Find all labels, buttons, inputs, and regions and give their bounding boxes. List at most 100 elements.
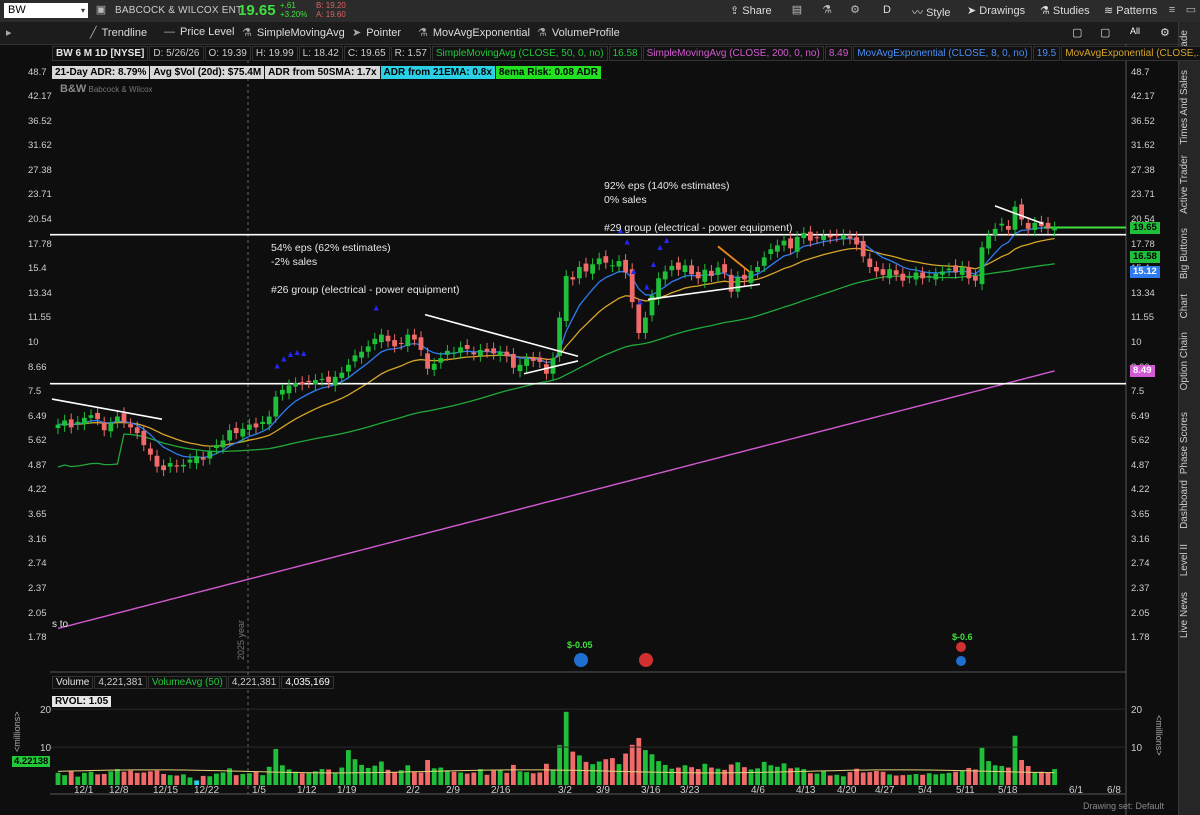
save-icon[interactable]: ▤: [790, 3, 804, 17]
y-tick-left: 2.37: [28, 582, 47, 594]
volume-profile-study[interactable]: ⚗ VolumeProfile: [537, 26, 620, 39]
sidebar-tab-phase-scores[interactable]: Phase Scores: [1179, 412, 1200, 474]
ohlc-low: L: 18.42: [298, 46, 343, 61]
price-chart[interactable]: ▲▲▲▲▲▲▲▲▲▲▲▲▲▲20 2010 10: [0, 44, 1178, 815]
y-tick-left: 6.49: [28, 410, 47, 422]
studies-button[interactable]: ⚗ Studies: [1040, 4, 1090, 17]
trendline-2[interactable]: [424, 313, 579, 358]
candle-body: [530, 357, 536, 361]
x-tick: 1/12: [297, 785, 317, 796]
sidebar-tab-level-ii[interactable]: Level II: [1179, 544, 1200, 576]
ema8-legend[interactable]: MovAvgExponential (CLOSE, 8, 0, no): [853, 46, 1032, 61]
sma50-value: 16.58: [608, 46, 642, 61]
all-button[interactable]: All: [1130, 26, 1140, 36]
layout-icon[interactable]: ▢: [1100, 26, 1110, 39]
flask-icon: ⚗: [242, 27, 252, 39]
volume-bar: [253, 771, 259, 785]
candle-body: [867, 258, 873, 267]
candle-body: [854, 237, 859, 245]
sma50-legend[interactable]: SimpleMovingAvg (CLOSE, 50, 0, no): [431, 46, 608, 61]
ema21-legend[interactable]: MovAvgExponential (CLOSE,...: [1061, 46, 1200, 61]
phone-icon[interactable]: [956, 642, 966, 652]
phone-icon[interactable]: [639, 653, 653, 667]
volume-bar: [511, 764, 516, 785]
sma200-legend[interactable]: SimpleMovingAvg (CLOSE, 200, 0, no): [642, 46, 824, 61]
ema8-line: [57, 227, 1055, 459]
volume-bar: [148, 771, 153, 785]
annotation-note-2[interactable]: 92% eps (140% estimates) 0% sales #29 grou…: [604, 179, 793, 235]
annotation-note-1[interactable]: 54% eps (62% estimates) -2% sales #26 grou…: [271, 241, 460, 297]
trendline-1[interactable]: [51, 398, 163, 420]
volume-bar: [313, 771, 318, 785]
ohlc-date: D: 5/26/26: [149, 46, 204, 61]
x-tick: 12/8: [109, 785, 129, 796]
share-icon: ⇪: [730, 5, 743, 17]
candle-body: [365, 346, 371, 352]
volume-bar: [946, 772, 952, 785]
candle-body: [524, 359, 529, 366]
ohlc-open: O: 19.39: [204, 46, 251, 61]
share-button[interactable]: ⇪ Share: [730, 4, 772, 17]
x-tick: 4/6: [751, 785, 765, 796]
patterns-button[interactable]: ≋ Patterns: [1104, 4, 1157, 17]
sma-study[interactable]: ⚗ SimpleMovingAvg: [242, 26, 345, 39]
drawings-button[interactable]: ➤ Drawings: [967, 4, 1025, 17]
ema-study[interactable]: ⚗ MovAvgExponential: [418, 26, 530, 39]
y-tick-right: 36.52: [1131, 115, 1155, 127]
trendline-tool[interactable]: ╱ Trendline: [90, 26, 147, 39]
adr-tag: 21-Day ADR: 8.79%: [52, 66, 150, 79]
candle-body: [880, 269, 886, 275]
pointer-tool[interactable]: ➤ Pointer: [352, 26, 401, 39]
candle-body: [814, 237, 820, 239]
y-tick-left: 1.78: [28, 631, 47, 643]
timeframe-select[interactable]: D: [883, 4, 891, 16]
candle-body: [768, 249, 774, 255]
candle-body: [1045, 222, 1051, 228]
signal-marker: ▲: [662, 235, 671, 245]
volume-bar: [979, 747, 985, 785]
candle-body: [233, 427, 239, 434]
y-tick-right: 1.78: [1131, 631, 1150, 643]
candle-body: [431, 363, 437, 370]
candle-body: [497, 351, 503, 356]
sidebar-tab-times-and-sales[interactable]: Times And Sales: [1179, 70, 1200, 145]
x-tick: 3/9: [596, 785, 610, 796]
candle-body: [115, 416, 120, 423]
volume-bar: [590, 764, 595, 785]
sidebar-tab-live-news[interactable]: Live News: [1179, 592, 1200, 638]
gear-icon[interactable]: ⚙: [848, 3, 862, 17]
menu-icon[interactable]: ≡: [1165, 3, 1179, 17]
sidebar-tab-active-trader[interactable]: Active Trader: [1179, 155, 1200, 214]
volume-avg-line: [57, 769, 1055, 774]
volume-bar: [900, 775, 906, 785]
studies-icon: ⚗: [1040, 5, 1053, 17]
settings-icon[interactable]: ⚙: [1160, 26, 1170, 39]
flask-icon[interactable]: ⚗: [820, 3, 834, 17]
chevron-down-icon[interactable]: ▾: [81, 3, 85, 18]
x-tick: 5/4: [918, 785, 932, 796]
x-tick: 5/18: [998, 785, 1018, 796]
lock-icon[interactable]: ▣: [94, 3, 108, 17]
expand-icon[interactable]: ▸: [6, 26, 12, 39]
candle-body: [346, 364, 351, 372]
volume-bar: [781, 763, 787, 785]
candle-body: [273, 396, 279, 417]
earnings-bulb-icon[interactable]: [956, 656, 966, 666]
drawing-set-label[interactable]: Drawing set: Default: [1083, 801, 1164, 811]
sidebar-tab-big-buttons[interactable]: Big Buttons: [1179, 228, 1200, 279]
window-icon[interactable]: ▭: [1184, 3, 1198, 17]
volume-bar: [537, 772, 543, 785]
earnings-bulb-icon[interactable]: [574, 653, 588, 667]
volume-bar: [669, 768, 675, 785]
sidebar-tab-chart[interactable]: Chart: [1179, 294, 1200, 318]
sidebar-tab-option-chain[interactable]: Option Chain: [1179, 332, 1200, 390]
price-level-tool[interactable]: — Price Level: [164, 26, 234, 38]
candle-body: [966, 266, 972, 279]
volume-bar: [425, 759, 430, 785]
symbol-input[interactable]: BW ▾: [4, 3, 88, 18]
style-button[interactable]: 〰 Style: [912, 4, 951, 20]
sidebar-tab-dashboard[interactable]: Dashboard: [1179, 480, 1200, 529]
candle-body: [1006, 225, 1011, 230]
square-icon[interactable]: ▢: [1072, 26, 1082, 39]
y-tick-left: 8.66: [28, 361, 47, 373]
